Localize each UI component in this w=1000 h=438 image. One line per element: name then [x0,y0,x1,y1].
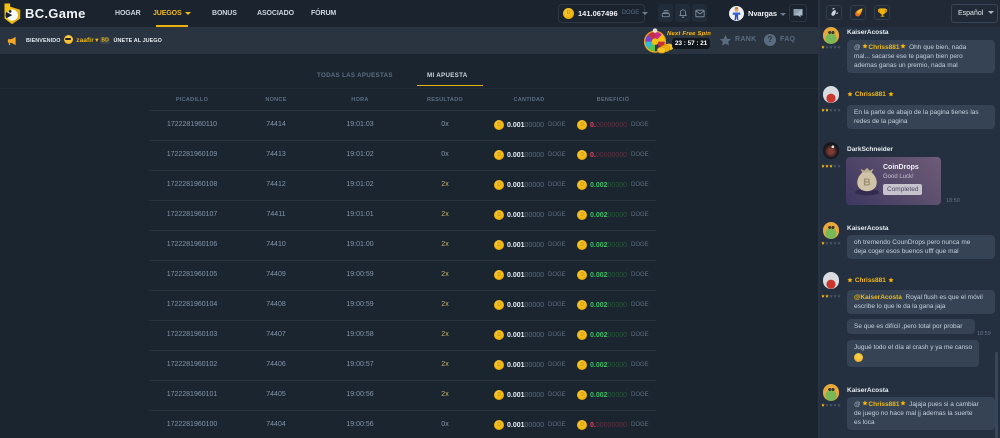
svg-text:B: B [863,178,870,189]
